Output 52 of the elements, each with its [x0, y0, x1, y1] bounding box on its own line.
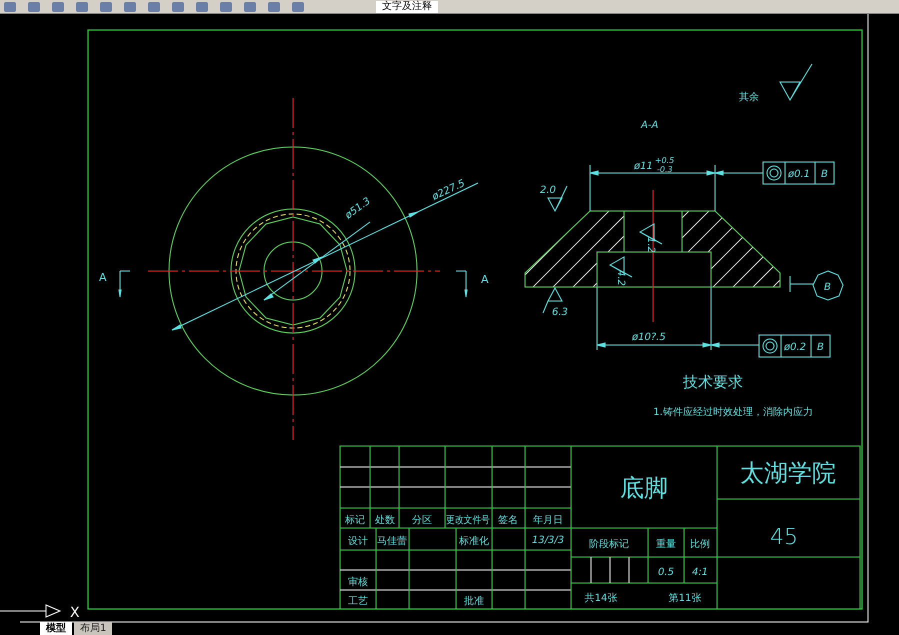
title-block-label: 阶段标记: [589, 539, 629, 550]
section-mark-label: A: [99, 271, 107, 284]
title-block-label: 比例: [690, 539, 710, 550]
ucs-axis-label: X: [70, 605, 80, 621]
drawing-scale: 4:1: [692, 567, 708, 578]
title-block-label: 审核: [348, 577, 368, 588]
layer-dropdown[interactable]: 文字及注释: [376, 0, 438, 12]
roughness-symbol-icon: [780, 64, 812, 102]
title-block-label: 分区: [412, 515, 432, 526]
part-name: 底脚: [620, 474, 668, 502]
section-cut-mark: [118, 270, 130, 298]
roughness-note: 其余: [739, 92, 759, 103]
roughness-value: 2.0: [540, 185, 556, 196]
title-block-label: 标准化: [459, 536, 489, 547]
title-block-label: 批准: [464, 596, 484, 607]
datum-symbol: [790, 270, 844, 301]
datum-label: B: [824, 282, 831, 293]
title-block-label: 重量: [656, 539, 676, 550]
datum-reference: B: [817, 342, 824, 353]
title-block-label: 签名: [498, 515, 518, 526]
section-cut-mark: [456, 270, 468, 298]
title-block-label: 处数: [375, 515, 395, 526]
title-block-label: 标记: [345, 515, 365, 526]
datum-reference: B: [821, 169, 828, 180]
part-weight: 0.5: [658, 567, 674, 578]
sheet-count: 共14张: [584, 593, 618, 604]
tolerance-value: ø0.2: [784, 342, 806, 353]
ucs-axis-icon: [0, 604, 62, 618]
requirement-text: 1.铸件应经过时效处理，消除内应力: [653, 407, 813, 418]
title-block-label: 年月日: [533, 515, 563, 526]
designer-name: 马佳蕾: [377, 536, 407, 547]
layout-tab[interactable]: 模型: [40, 622, 72, 635]
tolerance-value: ø0.1: [788, 169, 810, 180]
title-block-label: 设计: [348, 536, 368, 547]
requirements-heading: 技术要求: [683, 373, 743, 391]
section-mark-label: A: [481, 273, 489, 286]
dimension-text: ø11 $^{+0.5}$ -0.3: [634, 156, 674, 174]
title-block-label: 工艺: [348, 596, 368, 607]
dimension-text: ø10?.5: [632, 332, 666, 343]
school-name: 太湖学院: [740, 459, 836, 487]
roughness-value: 1.2: [645, 237, 656, 253]
sheet-number: 第11张: [668, 593, 702, 604]
concentricity-icon: [766, 166, 782, 180]
tolerance-frame: [762, 162, 834, 184]
section-title: A-A: [641, 120, 658, 131]
roughness-value: 6.3: [552, 307, 568, 318]
concentricity-icon: [762, 338, 778, 354]
drawing-date: 13/3/3: [532, 535, 564, 546]
title-block-label: 更改文件号: [446, 515, 496, 526]
tolerance-frame: [758, 334, 830, 358]
layout-tab[interactable]: 布局1: [74, 622, 112, 635]
material-grade: 45: [770, 525, 798, 550]
